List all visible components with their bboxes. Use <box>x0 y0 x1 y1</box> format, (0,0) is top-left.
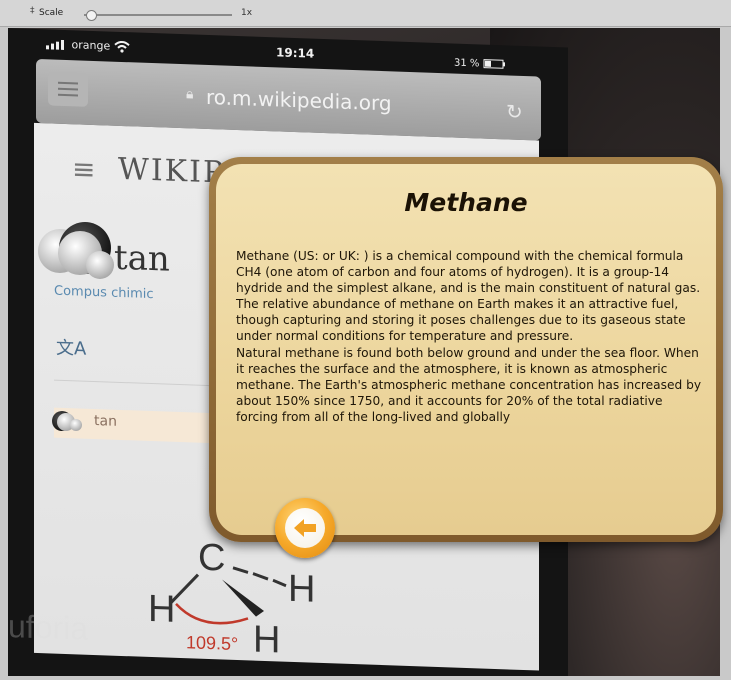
structural-formula: C H H H 109.5° <box>118 532 368 676</box>
carrier-label: orange <box>46 37 130 53</box>
battery-icon <box>483 59 505 69</box>
hamburger-line <box>58 93 78 97</box>
scale-value: 1x <box>241 8 253 18</box>
back-button-face <box>285 508 325 548</box>
scale-slider-thumb[interactable] <box>86 10 97 21</box>
toolbar-grip-icon[interactable]: ‡ <box>30 6 35 16</box>
wiki-menu-icon[interactable]: ≡ <box>72 152 95 186</box>
bond-lines <box>168 566 287 625</box>
browser-menu-button[interactable] <box>48 71 88 107</box>
info-card-body: Methane (US: or UK: ) is a chemical comp… <box>236 249 702 424</box>
battery-percent: 31 % <box>454 57 480 70</box>
back-button[interactable] <box>275 498 335 558</box>
signal-icon <box>46 39 64 50</box>
toc-label[interactable]: tan <box>94 413 117 430</box>
hamburger-line <box>58 87 78 91</box>
methane-info-card: Methane Methane (US: or UK: ) is a chemi… <box>209 157 723 542</box>
wifi-icon <box>114 40 130 53</box>
scale-label: Scale <box>39 8 64 18</box>
phone-time: 19:14 <box>276 45 315 61</box>
bond-angle-label: 109.5° <box>186 632 239 655</box>
scale-toolbar: ‡ Scale 1x <box>0 0 731 27</box>
methane-molecule-small-icon[interactable] <box>48 404 88 438</box>
hamburger-line <box>58 81 78 85</box>
lock-icon: 🔒︎ <box>186 86 194 103</box>
reload-icon[interactable]: ↻ <box>506 99 523 124</box>
article-title: tan <box>114 237 170 280</box>
scale-slider-track[interactable] <box>84 14 232 16</box>
page-divider <box>54 379 214 387</box>
info-card-title: Methane <box>404 188 528 217</box>
battery-label: 31 % <box>454 58 507 71</box>
carrier-name: orange <box>71 38 111 53</box>
arrow-left-icon <box>294 519 316 537</box>
vuforia-watermark: uforia <box>8 608 89 647</box>
methane-molecule-3d-icon[interactable] <box>30 203 120 293</box>
url-text[interactable]: ro.m.wikipedia.org <box>206 85 392 115</box>
translate-icon[interactable]: 文A <box>56 334 86 361</box>
info-card-panel: Methane Methane (US: or UK: ) is a chemi… <box>216 164 716 535</box>
